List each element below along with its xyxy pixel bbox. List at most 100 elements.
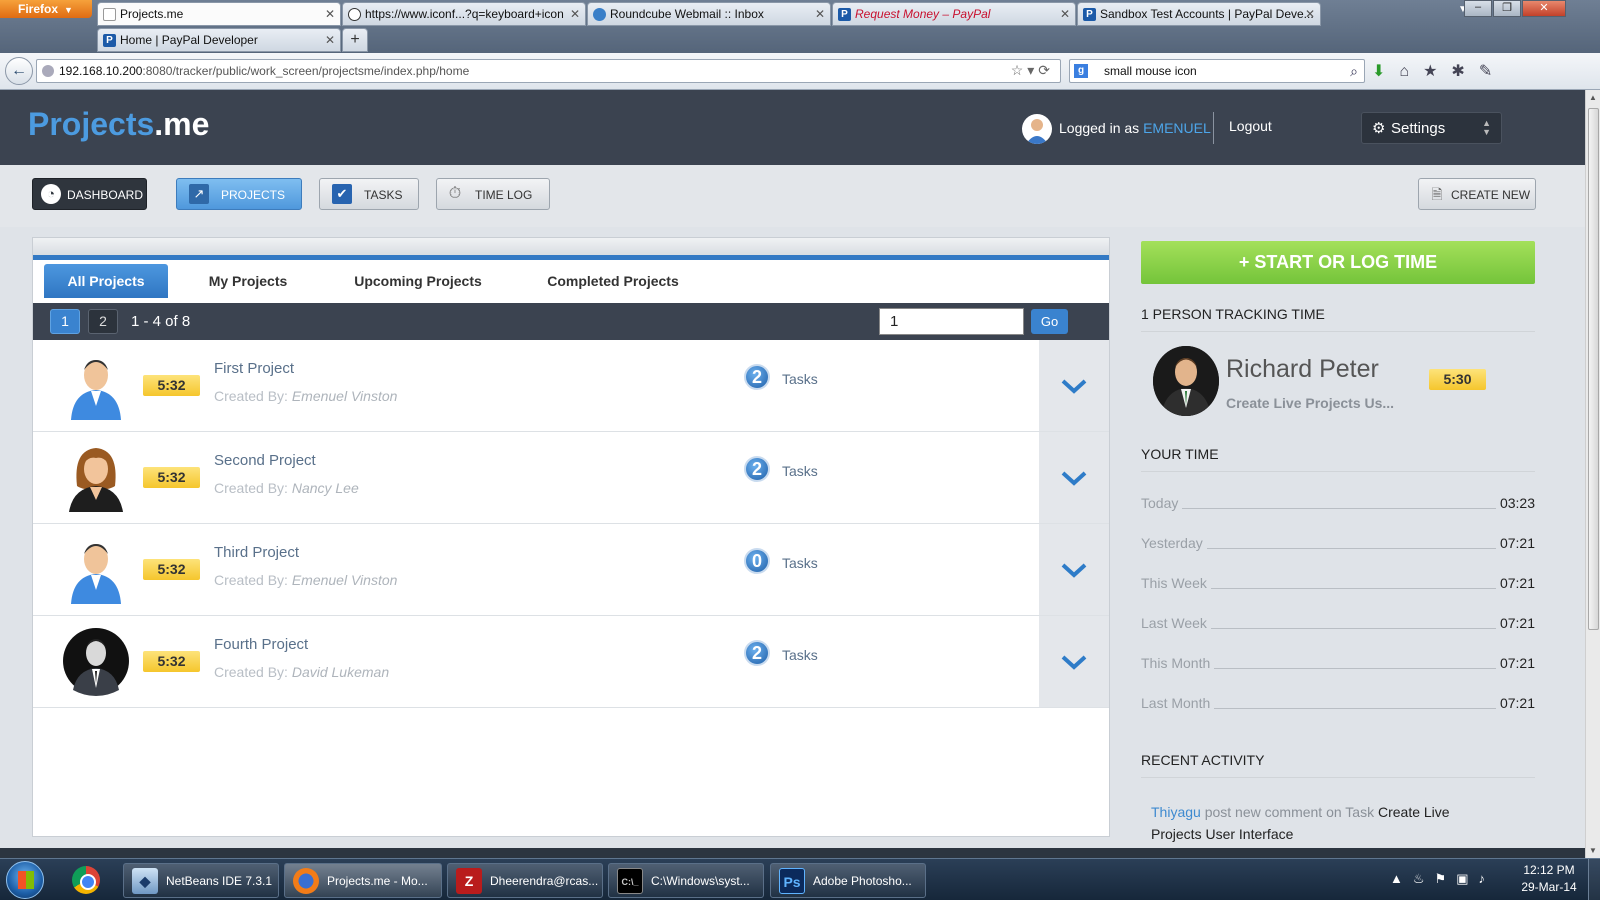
taskbar-netbeans[interactable]: ◆ NetBeans IDE 7.3.1: [123, 863, 279, 898]
taskbar-cmd[interactable]: C:\_ C:\Windows\syst...: [608, 863, 764, 898]
tab-iconfinder[interactable]: https://www.iconf...?q=keyboard+icon ✕: [342, 2, 586, 26]
tray-expand-icon[interactable]: ▲: [1390, 871, 1413, 886]
tasks-link[interactable]: Tasks: [782, 371, 818, 387]
clock[interactable]: 12:12 PM 29-Mar-14: [1514, 862, 1584, 896]
tab-completed-projects[interactable]: Completed Projects: [533, 264, 693, 298]
tasks-link[interactable]: Tasks: [782, 463, 818, 479]
taskbar-firefox[interactable]: Projects.me - Mo...: [284, 863, 442, 898]
settings-dropdown[interactable]: ⚙ Settings ▲ ▼: [1361, 112, 1502, 144]
app-logo[interactable]: Projects.me: [28, 106, 209, 143]
firefox-menu-button[interactable]: Firefox ▼: [0, 0, 92, 18]
tab-upcoming-projects[interactable]: Upcoming Projects: [338, 264, 498, 298]
speaker-icon[interactable]: ♪: [1478, 871, 1495, 886]
username-link[interactable]: EMENUEL: [1143, 120, 1211, 136]
user-avatar[interactable]: [1022, 114, 1052, 144]
tab-paypal-developer[interactable]: P Home | PayPal Developer ✕: [97, 28, 341, 52]
task-count-badge: 2: [744, 640, 770, 666]
new-tab-button[interactable]: +: [342, 28, 368, 52]
close-window-icon[interactable]: ✕: [1522, 0, 1566, 17]
expand-row-button[interactable]: [1039, 616, 1109, 707]
home-icon[interactable]: ⌂: [1399, 63, 1423, 80]
tab-request-money[interactable]: P Request Money – PayPal ✕: [832, 2, 1076, 26]
logout-link[interactable]: Logout: [1229, 118, 1272, 134]
female-avatar: [63, 442, 129, 512]
start-log-time-button[interactable]: + START OR LOG TIME: [1141, 241, 1535, 284]
maximize-icon[interactable]: ❐: [1493, 0, 1521, 17]
tracker-name[interactable]: Richard Peter: [1226, 355, 1379, 384]
tab-my-projects[interactable]: My Projects: [193, 264, 303, 298]
network-icon[interactable]: ▣: [1456, 871, 1478, 886]
expand-row-button[interactable]: [1039, 524, 1109, 615]
tracker-task-link[interactable]: Create Live Projects Us...: [1226, 395, 1394, 411]
flag-icon[interactable]: ⚑: [1435, 871, 1457, 886]
tools-icon[interactable]: ✎: [1479, 63, 1506, 80]
project-creator: Created By: Nancy Lee: [214, 480, 359, 496]
tab-sandbox-accounts[interactable]: P Sandbox Test Accounts | PayPal Deve...…: [1077, 2, 1321, 26]
tasks-link[interactable]: Tasks: [782, 647, 818, 663]
project-row[interactable]: 5:32 Third Project Created By: Emenuel V…: [33, 524, 1109, 616]
vertical-scrollbar[interactable]: ▲ ▼: [1585, 90, 1600, 858]
eye-icon: [348, 8, 361, 21]
page-2-button[interactable]: 2: [88, 309, 118, 334]
go-button[interactable]: Go: [1031, 309, 1068, 334]
expand-row-button[interactable]: [1039, 432, 1109, 523]
stopwatch-icon: ⏱: [448, 185, 462, 202]
close-tab-icon[interactable]: ✕: [815, 7, 825, 21]
scroll-up-icon[interactable]: ▲: [1589, 93, 1597, 102]
divider: [1141, 471, 1535, 472]
project-title-link[interactable]: Third Project: [214, 544, 299, 561]
project-title-link[interactable]: Fourth Project: [214, 636, 308, 653]
google-icon[interactable]: g: [1074, 64, 1088, 78]
taskbar-filezilla[interactable]: Z Dheerendra@rcas...: [447, 863, 603, 898]
page-1-button[interactable]: 1: [50, 309, 80, 334]
project-title-link[interactable]: First Project: [214, 360, 294, 377]
create-new-button[interactable]: 🗎 CREATE NEW: [1418, 178, 1536, 210]
bookmarks-icon[interactable]: ★: [1423, 63, 1451, 80]
dashboard-button[interactable]: ◔ DASHBOARD: [32, 178, 147, 210]
photoshop-icon: Ps: [779, 868, 805, 894]
url-bar[interactable]: 192.168.10.200:8080/tracker/public/work_…: [36, 59, 1061, 83]
tab-projects-me[interactable]: Projects.me ✕: [97, 2, 341, 26]
scroll-thumb[interactable]: [1588, 108, 1599, 630]
show-desktop-button[interactable]: [1588, 859, 1600, 900]
addon-icon[interactable]: ✱: [1451, 63, 1478, 80]
project-row[interactable]: 5:32 Second Project Created By: Nancy Le…: [33, 432, 1109, 524]
tab-all-projects[interactable]: All Projects: [44, 264, 168, 298]
minimize-icon[interactable]: –: [1464, 0, 1492, 17]
tab-roundcube[interactable]: Roundcube Webmail :: Inbox ✕: [587, 2, 831, 26]
search-field[interactable]: g small mouse icon ⌕: [1069, 59, 1365, 83]
tasks-link[interactable]: Tasks: [782, 555, 818, 571]
browser-nav-bar: ← 192.168.10.200:8080/tracker/public/wor…: [0, 53, 1600, 90]
time-row-yesterday: Yesterday 07:21: [1141, 535, 1535, 551]
divider: [1141, 777, 1535, 778]
goto-page-input[interactable]: 1: [879, 308, 1024, 335]
project-row[interactable]: 5:32 Fourth Project Created By: David Lu…: [33, 616, 1109, 708]
back-arrow-icon[interactable]: ←: [5, 57, 33, 85]
close-tab-icon[interactable]: ✕: [1060, 7, 1070, 21]
start-button[interactable]: [6, 861, 44, 899]
search-icon[interactable]: ⌕: [1350, 63, 1358, 80]
project-title-link[interactable]: Second Project: [214, 452, 316, 469]
flame-icon[interactable]: ♨: [1413, 871, 1435, 886]
scroll-down-icon[interactable]: ▼: [1589, 846, 1597, 855]
projects-button[interactable]: ↗ PROJECTS: [176, 178, 302, 210]
taskbar-photoshop[interactable]: Ps Adobe Photosho...: [770, 863, 926, 898]
chrome-icon[interactable]: [72, 866, 100, 894]
tracker-time-badge: 5:30: [1429, 369, 1486, 390]
time-badge: 5:32: [143, 467, 200, 488]
download-icon[interactable]: ⬇: [1372, 63, 1399, 80]
header-divider: [1213, 112, 1214, 144]
tasks-button[interactable]: ✔ TASKS: [319, 178, 419, 210]
activity-user-link[interactable]: Thiyagu: [1151, 804, 1201, 820]
project-row[interactable]: 5:32 First Project Created By: Emenuel V…: [33, 340, 1109, 432]
toolbar-icons: ⬇⌂★✱✎: [1372, 61, 1506, 81]
close-tab-icon[interactable]: ✕: [570, 7, 580, 21]
tracker-avatar[interactable]: [1153, 346, 1219, 416]
close-tab-icon[interactable]: ✕: [325, 33, 335, 47]
url-tools-icons[interactable]: ☆▾⟳: [1011, 62, 1054, 79]
time-log-button[interactable]: ⏱ TIME LOG: [436, 178, 550, 210]
expand-row-button[interactable]: [1039, 340, 1109, 431]
close-tab-icon[interactable]: ✕: [325, 7, 335, 21]
chevron-down-icon: [1061, 655, 1087, 670]
close-tab-icon[interactable]: ✕: [1305, 7, 1315, 21]
